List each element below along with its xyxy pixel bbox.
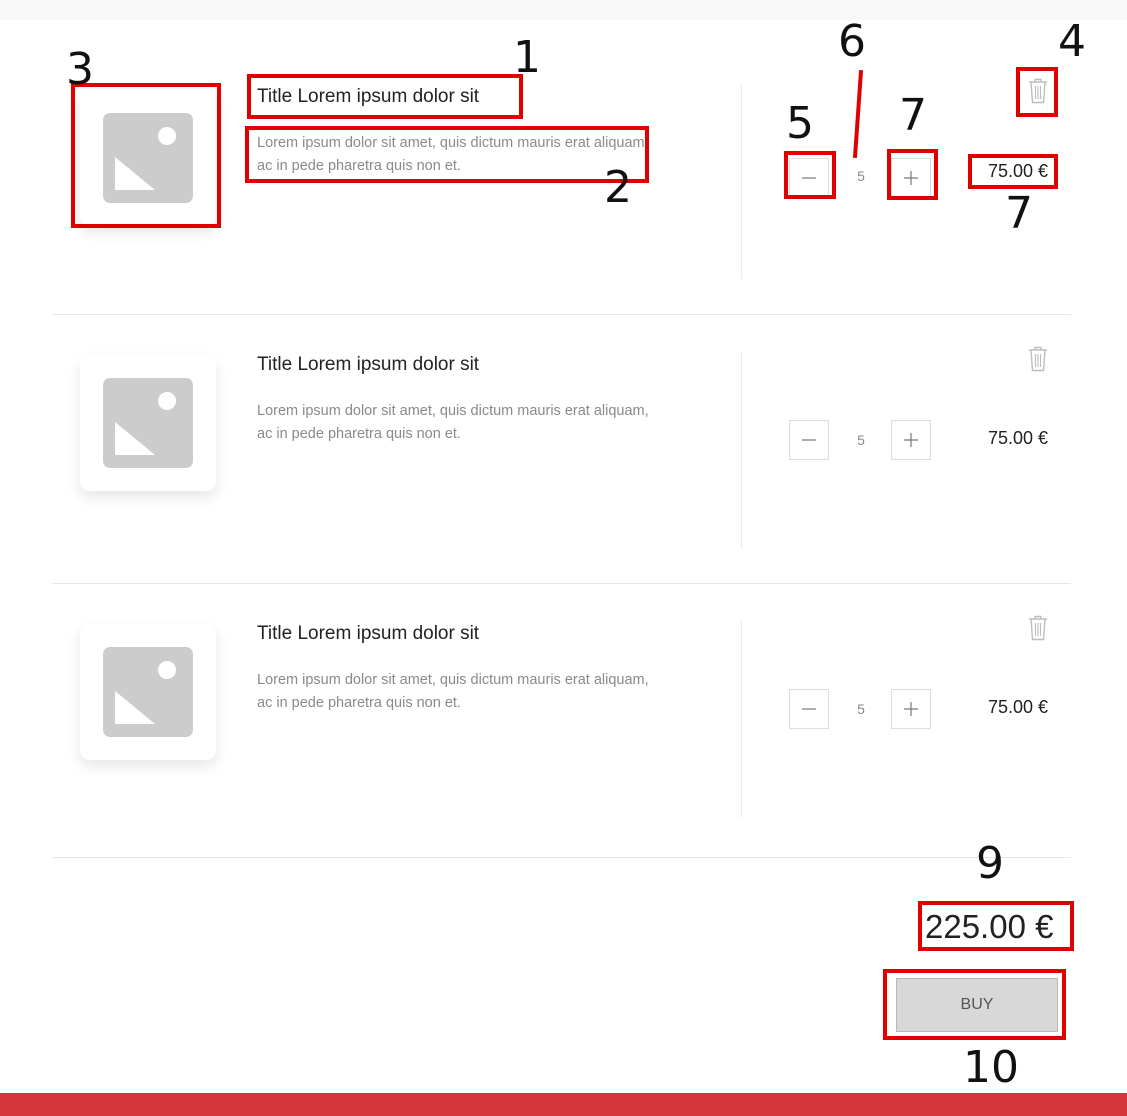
cart-item: Title Lorem ipsum dolor sit Lorem ipsum … (52, 20, 1071, 315)
bottom-accent-bar (0, 1093, 1127, 1116)
trash-icon[interactable] (1028, 615, 1048, 641)
minus-icon (802, 708, 816, 710)
decrement-button[interactable] (789, 158, 829, 198)
quantity-value: 5 (857, 168, 865, 184)
annotation-number: 2 (604, 162, 632, 213)
product-thumbnail (80, 90, 216, 226)
column-divider (741, 620, 742, 818)
minus-icon (802, 177, 816, 179)
quantity-value: 5 (857, 432, 865, 448)
item-price: 75.00 € (987, 428, 1048, 448)
decrement-button[interactable] (789, 420, 829, 460)
product-description: Lorem ipsum dolor sit amet, quis dictum … (257, 135, 649, 174)
plus-icon (904, 171, 918, 185)
annotation-number: 4 (1058, 16, 1086, 67)
image-placeholder-icon (103, 647, 193, 737)
row-divider (52, 857, 1071, 858)
product-title: Title Lorem ipsum dolor sit (257, 86, 480, 107)
buy-button[interactable]: BUY (896, 978, 1058, 1032)
annotation-number: 5 (786, 98, 814, 149)
cart-total: 225.00 € (925, 908, 1054, 945)
top-strip (0, 0, 1127, 20)
column-divider (741, 84, 742, 279)
plus-icon (904, 433, 918, 447)
cart-item: Title Lorem ipsum dolor sit Lorem ipsum … (52, 584, 1071, 858)
annotation-number: 10 (963, 1042, 1019, 1093)
annotation-number: 7 (1005, 188, 1033, 239)
image-placeholder-icon (103, 378, 193, 468)
product-description: Lorem ipsum dolor sit amet, quis dictum … (257, 672, 649, 711)
annotation-number: 7 (899, 90, 927, 141)
product-thumbnail (80, 624, 216, 760)
annotation-number: 6 (838, 16, 866, 67)
product-title: Title Lorem ipsum dolor sit (257, 623, 480, 644)
quantity-value: 5 (857, 701, 865, 717)
item-price: 75.00 € (987, 161, 1048, 181)
annotation-number: 1 (513, 32, 541, 83)
trash-icon[interactable] (1028, 78, 1048, 104)
annotation-number: 9 (976, 838, 1004, 889)
product-thumbnail (80, 355, 216, 491)
column-divider (741, 351, 742, 549)
plus-icon (904, 702, 918, 716)
minus-icon (802, 439, 816, 441)
cart-page: Title Lorem ipsum dolor sit Lorem ipsum … (0, 20, 1127, 1093)
increment-button[interactable] (891, 420, 931, 460)
item-price: 75.00 € (987, 697, 1048, 717)
product-description: Lorem ipsum dolor sit amet, quis dictum … (257, 403, 649, 442)
increment-button[interactable] (891, 689, 931, 729)
image-placeholder-icon (103, 113, 193, 203)
annotation-number: 3 (66, 44, 94, 95)
increment-button[interactable] (891, 158, 931, 198)
product-title: Title Lorem ipsum dolor sit (257, 354, 480, 375)
cart-item: Title Lorem ipsum dolor sit Lorem ipsum … (52, 315, 1071, 584)
trash-icon[interactable] (1028, 346, 1048, 372)
decrement-button[interactable] (789, 689, 829, 729)
